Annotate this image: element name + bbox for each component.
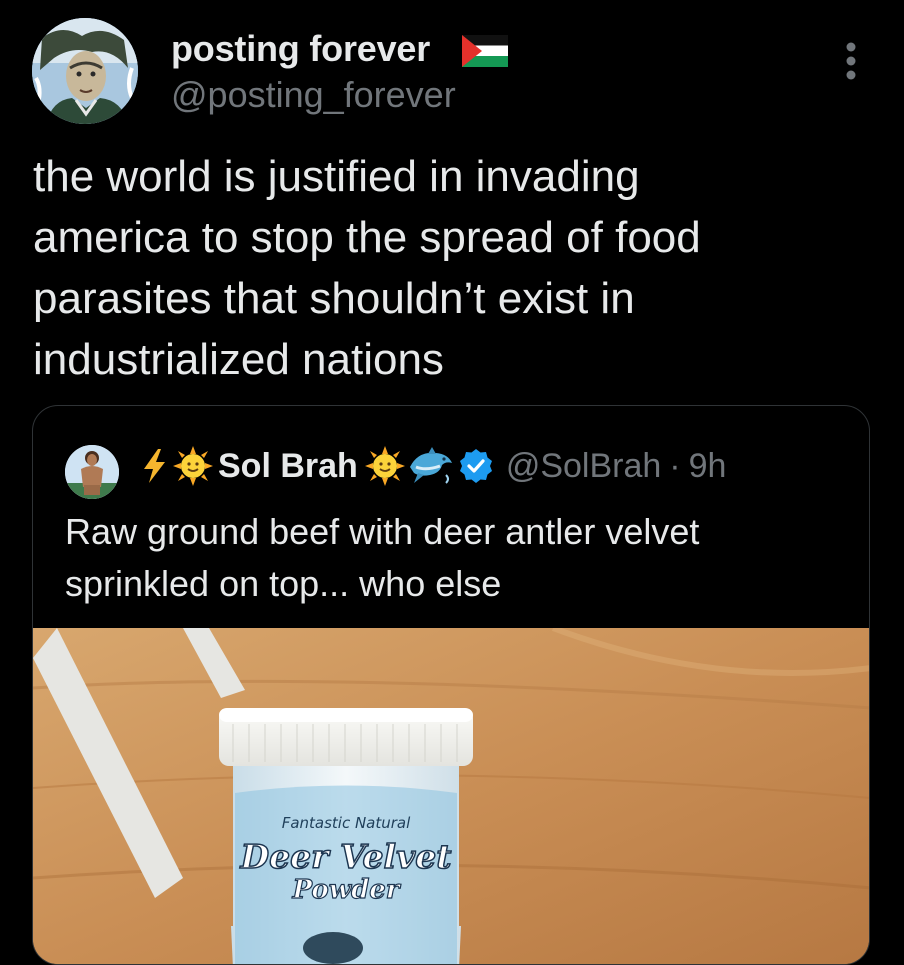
dolphin-icon — [409, 447, 452, 484]
tweet-text: the world is justified in invading ameri… — [33, 152, 701, 384]
sun-icon — [364, 446, 405, 486]
more-vertical-icon — [846, 42, 856, 80]
verified-badge-icon — [459, 449, 492, 483]
author-avatar[interactable] — [32, 18, 138, 124]
product-line1: Fantastic Natural — [282, 814, 411, 832]
product-line2: Deer Velvet — [239, 837, 451, 876]
quoted-tweet-media[interactable]: Fantastic Natural Deer Velvet Powder — [33, 628, 869, 964]
quoted-author-display-name[interactable]: Sol Brah — [218, 447, 358, 486]
author-avatar-image — [32, 18, 138, 124]
quoted-tweet-header: Sol Brah @SolBrah · 9h — [138, 442, 726, 490]
lightning-icon — [144, 449, 165, 483]
quoted-author-avatar-image — [65, 445, 119, 499]
author-handle[interactable]: @posting_forever — [171, 74, 456, 116]
quoted-author-handle[interactable]: @SolBrah — [506, 447, 661, 486]
sun-icon — [173, 446, 213, 486]
quoted-tweet-text: Raw ground beef with deer antler velvet … — [65, 511, 700, 604]
more-options-button[interactable] — [836, 40, 866, 82]
product-line3: Powder — [292, 875, 402, 905]
quoted-tweet-card[interactable]: Sol Brah @SolBrah · 9h Raw ground beef w… — [32, 405, 870, 965]
separator-dot: · — [669, 446, 681, 485]
quoted-author-avatar[interactable] — [65, 445, 119, 499]
palestine-flag-icon — [462, 35, 508, 72]
quoted-timestamp[interactable]: 9h — [689, 447, 727, 486]
deer-velvet-jar-photo: Fantastic Natural Deer Velvet Powder — [33, 628, 869, 964]
author-display-name[interactable]: posting forever — [171, 28, 430, 70]
